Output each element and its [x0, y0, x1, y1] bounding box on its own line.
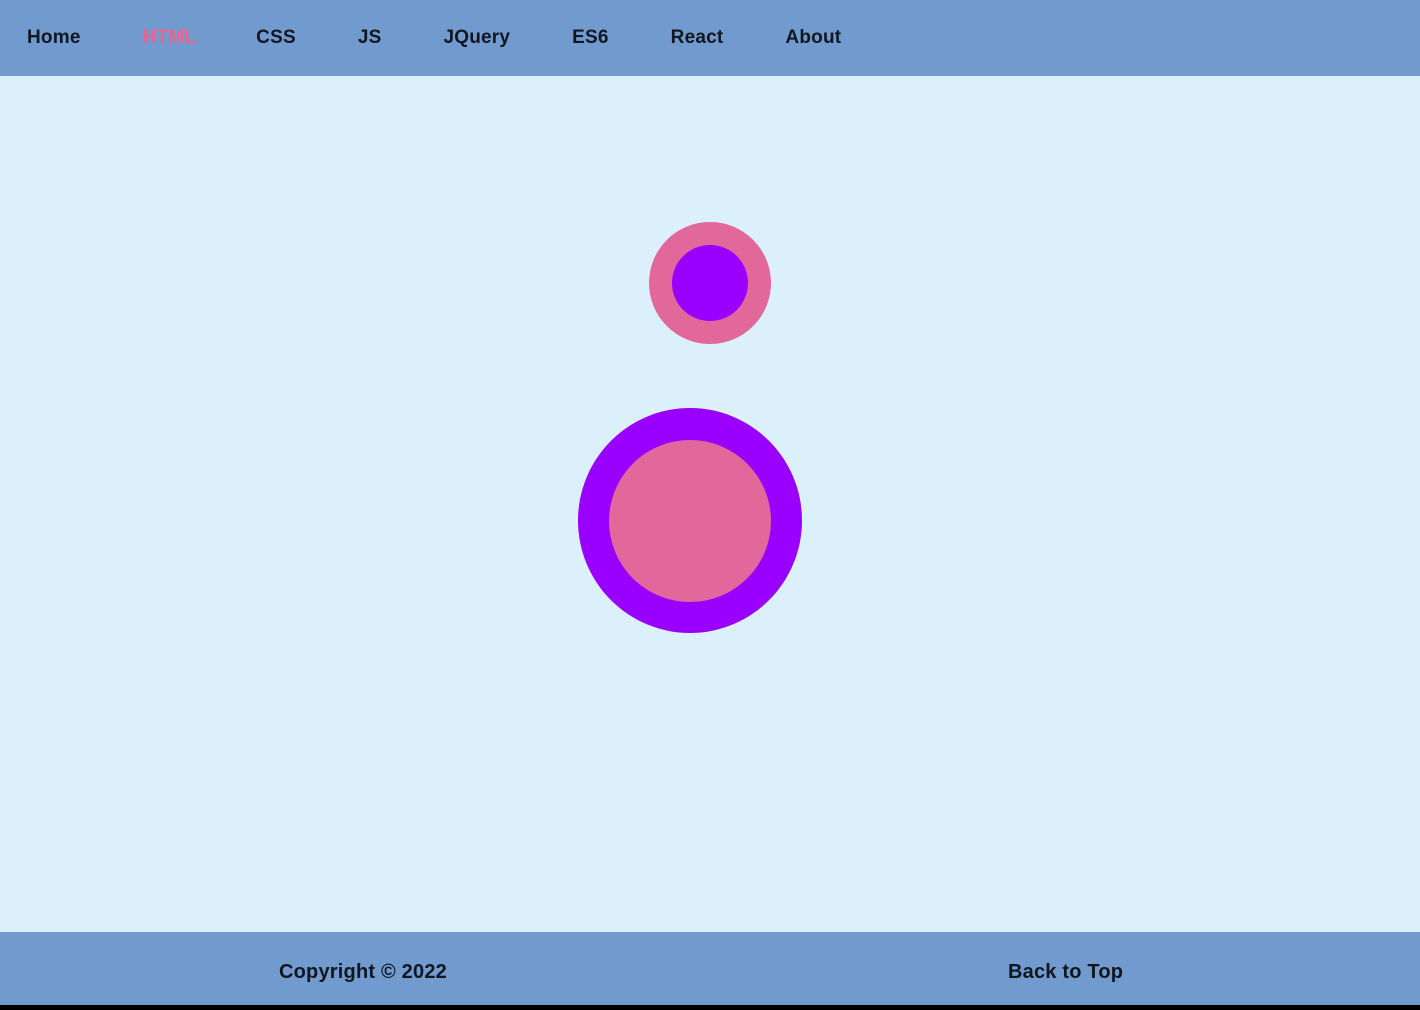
wavy-underline-icon	[143, 51, 197, 59]
nav-item-css[interactable]: CSS	[256, 26, 296, 50]
nav-item-es6[interactable]: ES6	[572, 26, 609, 50]
circle-large-inner	[609, 439, 771, 602]
nav-item-label: CSS	[256, 27, 296, 48]
circle-small-outer	[649, 222, 771, 344]
circle-large-outer	[578, 408, 802, 633]
nav-item-label: JQuery	[443, 27, 511, 48]
back-to-top-link[interactable]: Back to Top	[1008, 960, 1123, 984]
nav-item-react[interactable]: React	[671, 26, 724, 50]
circle-small-inner	[672, 245, 748, 321]
nav-item-about[interactable]: About	[785, 26, 841, 50]
nav-item-label: HTML	[142, 27, 197, 48]
nav-item-home[interactable]: Home	[27, 26, 81, 50]
nav-item-label: JS	[357, 27, 382, 48]
nav-item-html[interactable]: HTML	[143, 26, 197, 50]
copyright-text: Copyright © 2022	[279, 961, 447, 983]
main-content-area	[0, 76, 1420, 932]
nav-item-jquery[interactable]: JQuery	[443, 26, 510, 50]
nav-item-label: React	[670, 27, 724, 48]
main-navigation: Home HTML CSS JS JQuery ES6 React About	[0, 0, 1420, 76]
page-footer: Copyright © 2022 Back to Top	[0, 932, 1420, 1010]
nav-item-label: About	[785, 27, 842, 48]
nav-item-js[interactable]: JS	[358, 26, 382, 50]
nav-item-label: Home	[27, 27, 81, 48]
nav-item-label: ES6	[572, 27, 609, 48]
